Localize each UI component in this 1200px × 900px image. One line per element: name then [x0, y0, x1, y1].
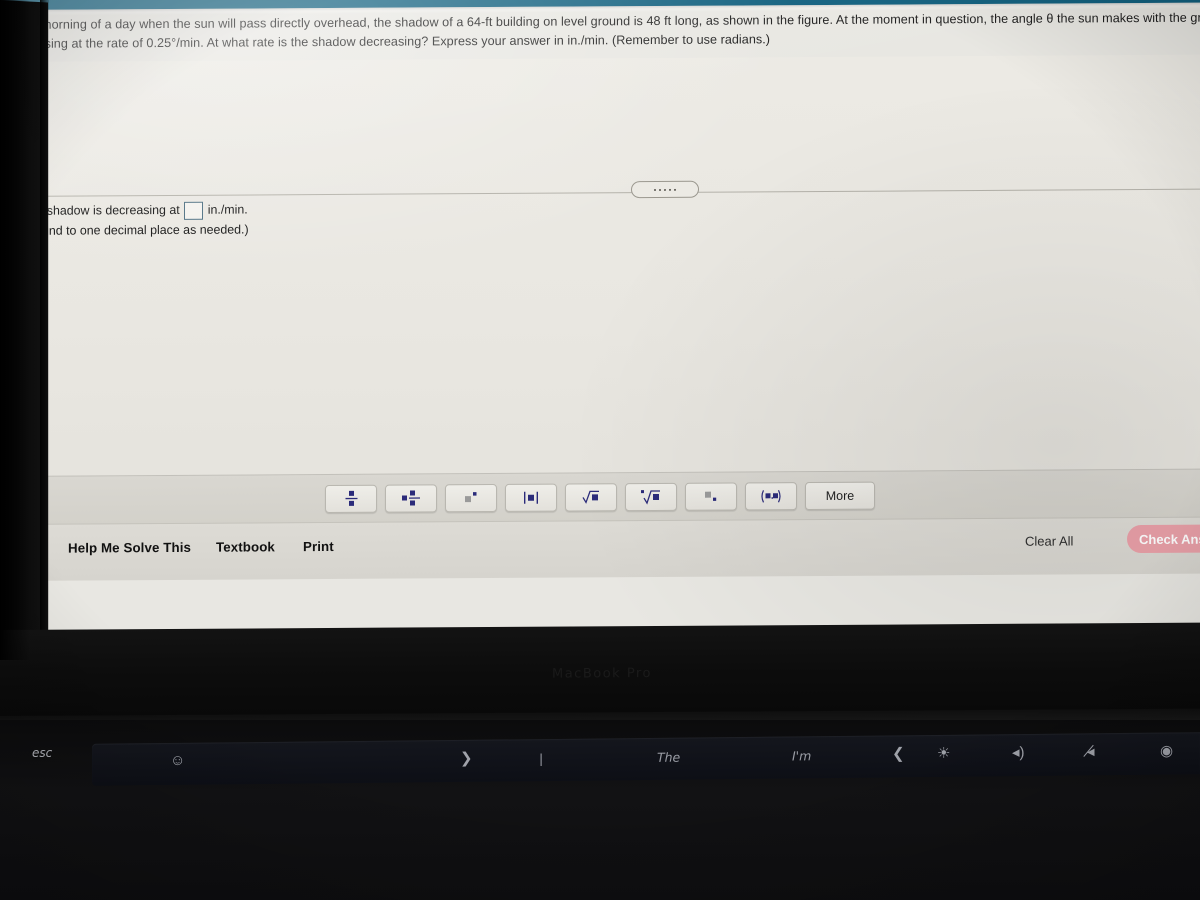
more-button[interactable]: More	[805, 481, 875, 511]
help-me-solve-this-link[interactable]: Help Me Solve This	[68, 540, 191, 556]
answer-input[interactable]	[183, 201, 203, 220]
nth-root-icon	[641, 490, 660, 505]
divider-line	[0, 188, 1200, 197]
chevron-left-icon[interactable]: ❮	[892, 744, 905, 762]
fraction-icon	[345, 490, 357, 506]
handle-dot	[664, 188, 666, 191]
esc-key[interactable]: esc	[32, 746, 52, 760]
square-root-button[interactable]	[565, 483, 617, 512]
handle-dot	[674, 188, 676, 191]
subscript-button[interactable]	[685, 482, 737, 511]
touch-bar: ☺ ❯ | The I'm ❮ ☀ ◂) ◂̸ ◉	[92, 732, 1200, 786]
emoji-icon[interactable]: ☺	[170, 752, 185, 769]
suggestion-1[interactable]: The	[657, 750, 680, 765]
mixed-number-icon	[402, 490, 420, 506]
answer-block: The shadow is decreasing at in./min. (Ro…	[22, 200, 249, 240]
problem-statement: On a morning of a day when the sun will …	[10, 9, 1200, 54]
chevron-right-icon[interactable]: ❯	[460, 749, 473, 767]
laptop-lid-inner-shadow	[40, 0, 49, 660]
check-answer-button[interactable]: Check Answer	[1127, 524, 1200, 554]
textbook-link[interactable]: Textbook	[216, 539, 275, 554]
answer-units: in./min.	[207, 202, 248, 217]
suggestion-2[interactable]: I'm	[792, 748, 811, 763]
absolute-value-button[interactable]	[505, 483, 557, 512]
print-link[interactable]: Print	[303, 539, 334, 554]
photo-scene: On a morning of a day when the sun will …	[0, 0, 1200, 900]
exponent-button[interactable]	[445, 483, 497, 513]
absolute-value-icon	[524, 491, 539, 504]
nth-root-button[interactable]	[625, 482, 677, 512]
ordered-pair-icon	[761, 489, 781, 503]
fraction-button[interactable]	[325, 484, 377, 514]
answer-sentence: The shadow is decreasing at in./min.	[22, 200, 249, 220]
laptop-screen: On a morning of a day when the sun will …	[0, 0, 1200, 640]
math-symbol-toolbar: More	[0, 468, 1200, 525]
volume-icon[interactable]: ◂)	[1012, 743, 1025, 761]
exponent-icon	[464, 492, 476, 503]
exercise-action-bar: Help Me Solve This Textbook Print Clear …	[0, 516, 1200, 581]
divider-handle[interactable]	[631, 180, 699, 199]
ordered-pair-button[interactable]	[745, 482, 797, 511]
macbook-pro-logo: MacBook Pro	[552, 666, 652, 682]
mixed-number-button[interactable]	[385, 484, 437, 513]
clear-all-button[interactable]: Clear All	[1025, 533, 1073, 548]
subscript-icon	[704, 491, 716, 501]
brightness-icon[interactable]: ☀	[937, 744, 950, 762]
rounding-instruction: (Round to one decimal place as needed.)	[22, 222, 249, 238]
handle-dot	[654, 188, 656, 191]
siri-icon[interactable]: ◉	[1160, 741, 1173, 759]
handle-dot	[659, 188, 661, 191]
bar-icon[interactable]: |	[539, 751, 543, 766]
keyboard-deck: esc ☺ ❯ | The I'm ❮ ☀ ◂) ◂̸ ◉ ~` !1 @2 #…	[0, 720, 1200, 900]
square-root-icon	[582, 490, 599, 504]
mute-icon[interactable]: ◂̸	[1087, 742, 1095, 760]
handle-dot	[669, 188, 671, 191]
